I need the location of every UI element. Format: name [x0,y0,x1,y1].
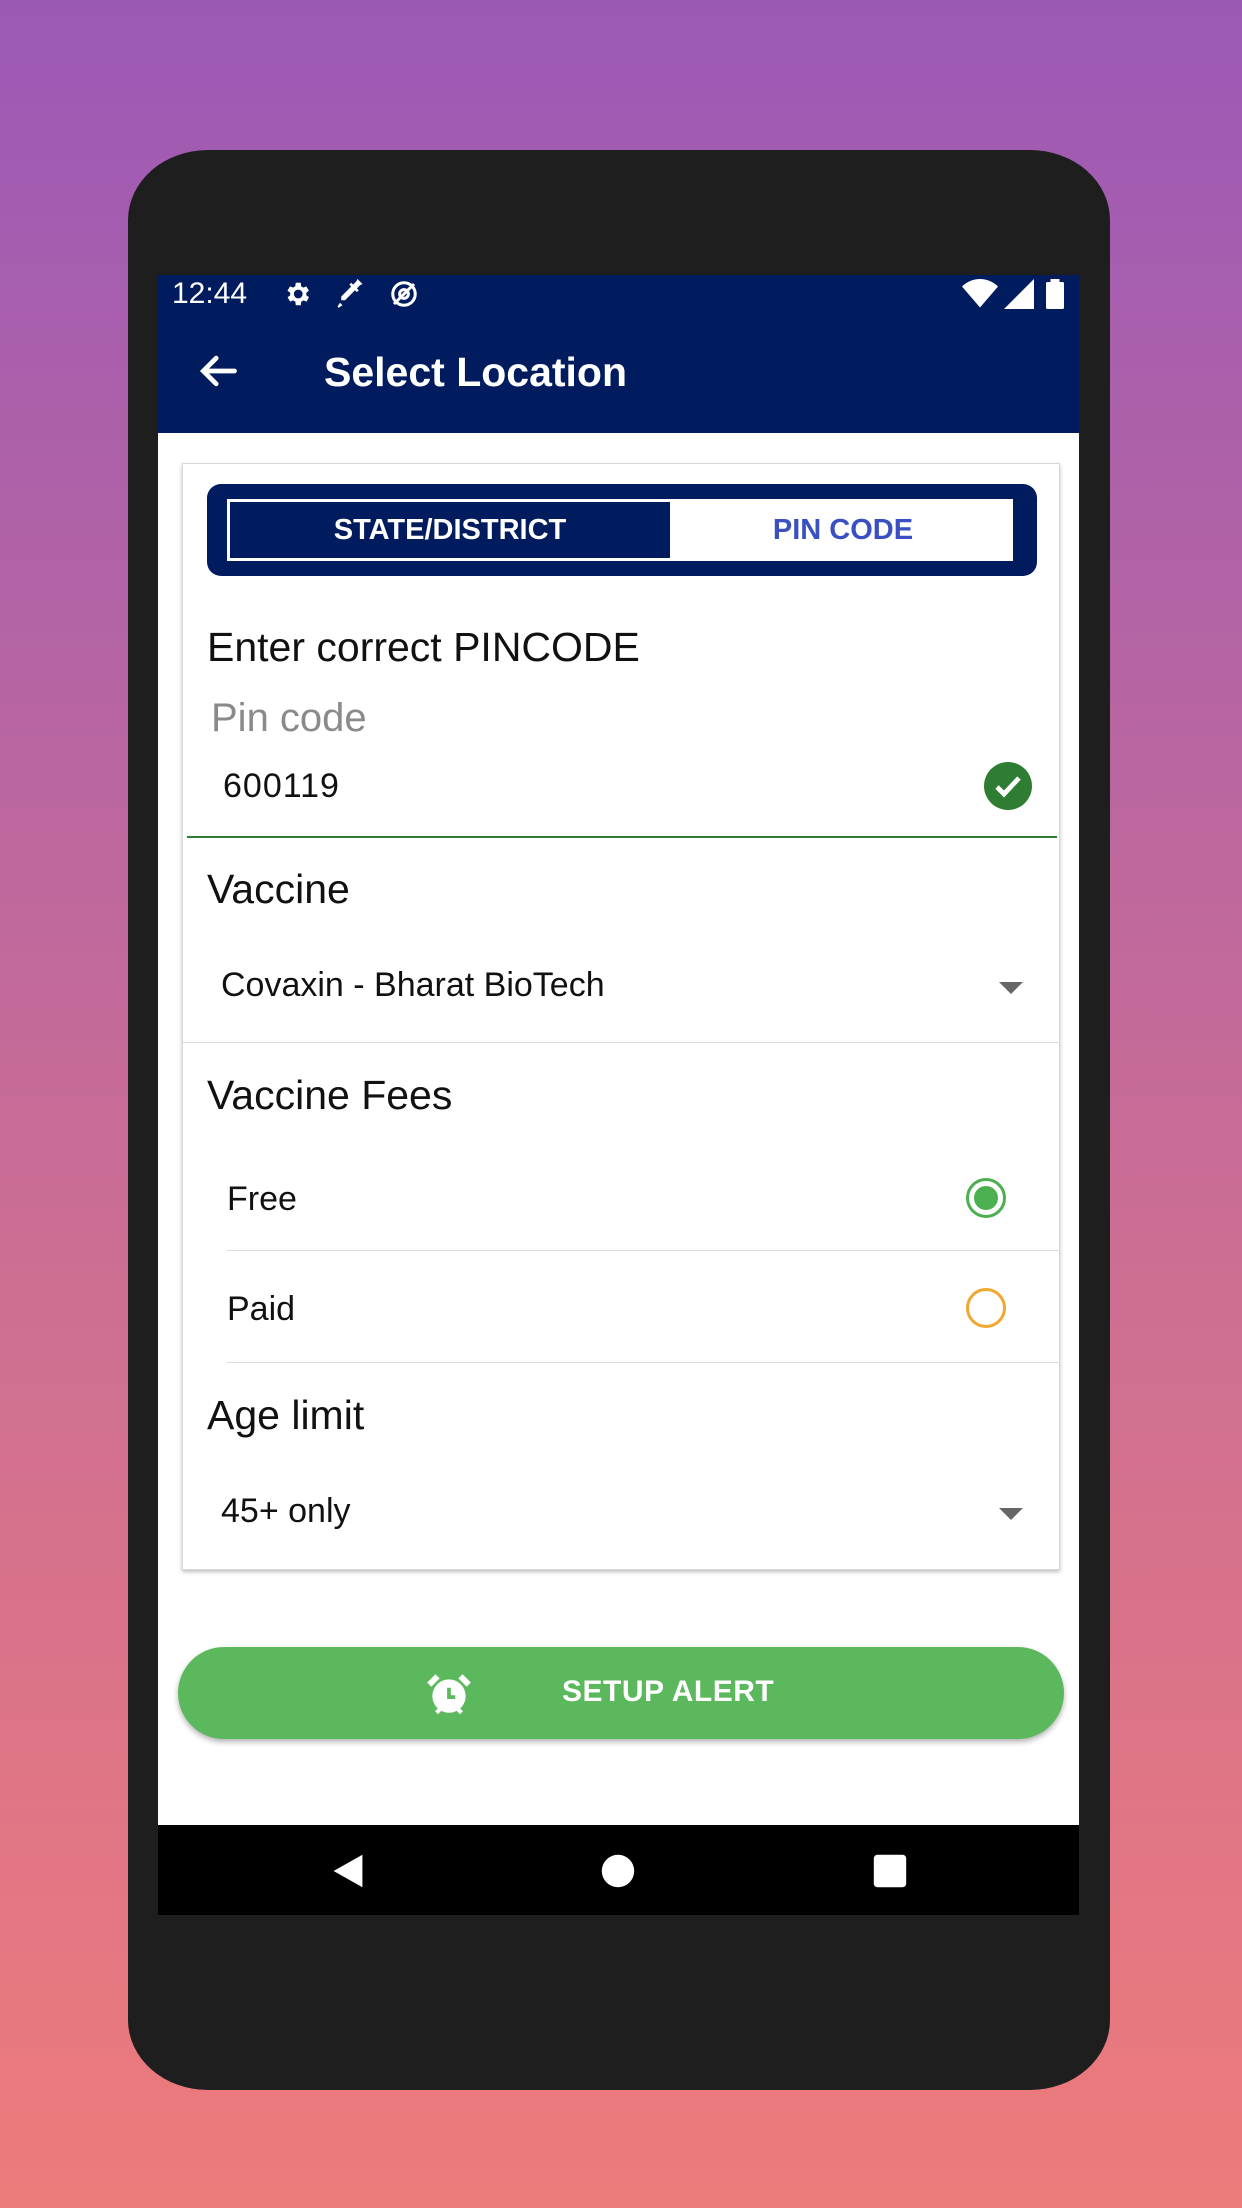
back-triangle-icon[interactable] [330,1853,366,1889]
radio-unselected-icon[interactable] [966,1288,1006,1328]
fee-option-label: Free [227,1180,297,1218]
dropdown-arrow-icon [999,982,1023,994]
status-bar: 12:44 [158,275,1079,313]
vaccine-selected: Covaxin - Bharat BioTech [221,966,605,1004]
vpn-icon [391,281,417,307]
setup-alert-button[interactable]: SETUP ALERT [178,1647,1064,1739]
dropdown-arrow-icon [999,1508,1023,1520]
tab-state-district[interactable]: STATE/DISTRICT [227,499,673,561]
divider [227,1250,1059,1251]
check-circle-icon [984,762,1032,810]
status-time: 12:44 [172,277,248,310]
age-selected: 45+ only [221,1492,351,1530]
fee-option-label: Paid [227,1290,296,1328]
signal-icon [1004,279,1034,309]
divider [183,1042,1059,1043]
page-title: Select Location [324,349,628,395]
vaccine-heading: Vaccine [207,866,350,912]
arrow-left-icon[interactable] [196,349,240,393]
tab-pin-code[interactable]: PIN CODE [673,499,1013,561]
divider [227,1362,1059,1363]
wifi-icon [962,279,998,308]
pincode-underline [187,836,1057,838]
home-circle-icon[interactable] [600,1853,636,1889]
gear-icon [287,282,309,306]
fees-heading: Vaccine Fees [207,1072,453,1118]
pincode-heading: Enter correct PINCODE [207,624,640,670]
setup-alert-label: SETUP ALERT [562,1675,775,1708]
battery-icon [1046,279,1064,309]
system-nav-bar [158,1825,1079,1915]
settings-card: STATE/DISTRICT PIN CODE Enter correct PI… [182,463,1060,1570]
pincode-input[interactable] [183,756,1053,816]
age-dropdown[interactable]: 45+ only [183,1464,1059,1564]
radio-selected-icon[interactable] [966,1178,1006,1218]
app-bar: Select Location [158,313,1079,433]
location-mode-tabs: STATE/DISTRICT PIN CODE [207,484,1037,576]
fee-option-paid[interactable]: Paid [183,1256,1059,1366]
vaccine-dropdown[interactable]: Covaxin - Bharat BioTech [183,938,1059,1038]
age-heading: Age limit [207,1392,365,1438]
fee-option-free[interactable]: Free [183,1146,1059,1256]
recents-square-icon[interactable] [872,1853,908,1889]
pincode-floating-label: Pin code [211,696,367,740]
alarm-clock-icon [427,1674,471,1715]
syringe-icon [337,279,363,308]
app-screen: 12:44 Select Location STATE/DISTRICT PIN… [158,275,1079,1915]
